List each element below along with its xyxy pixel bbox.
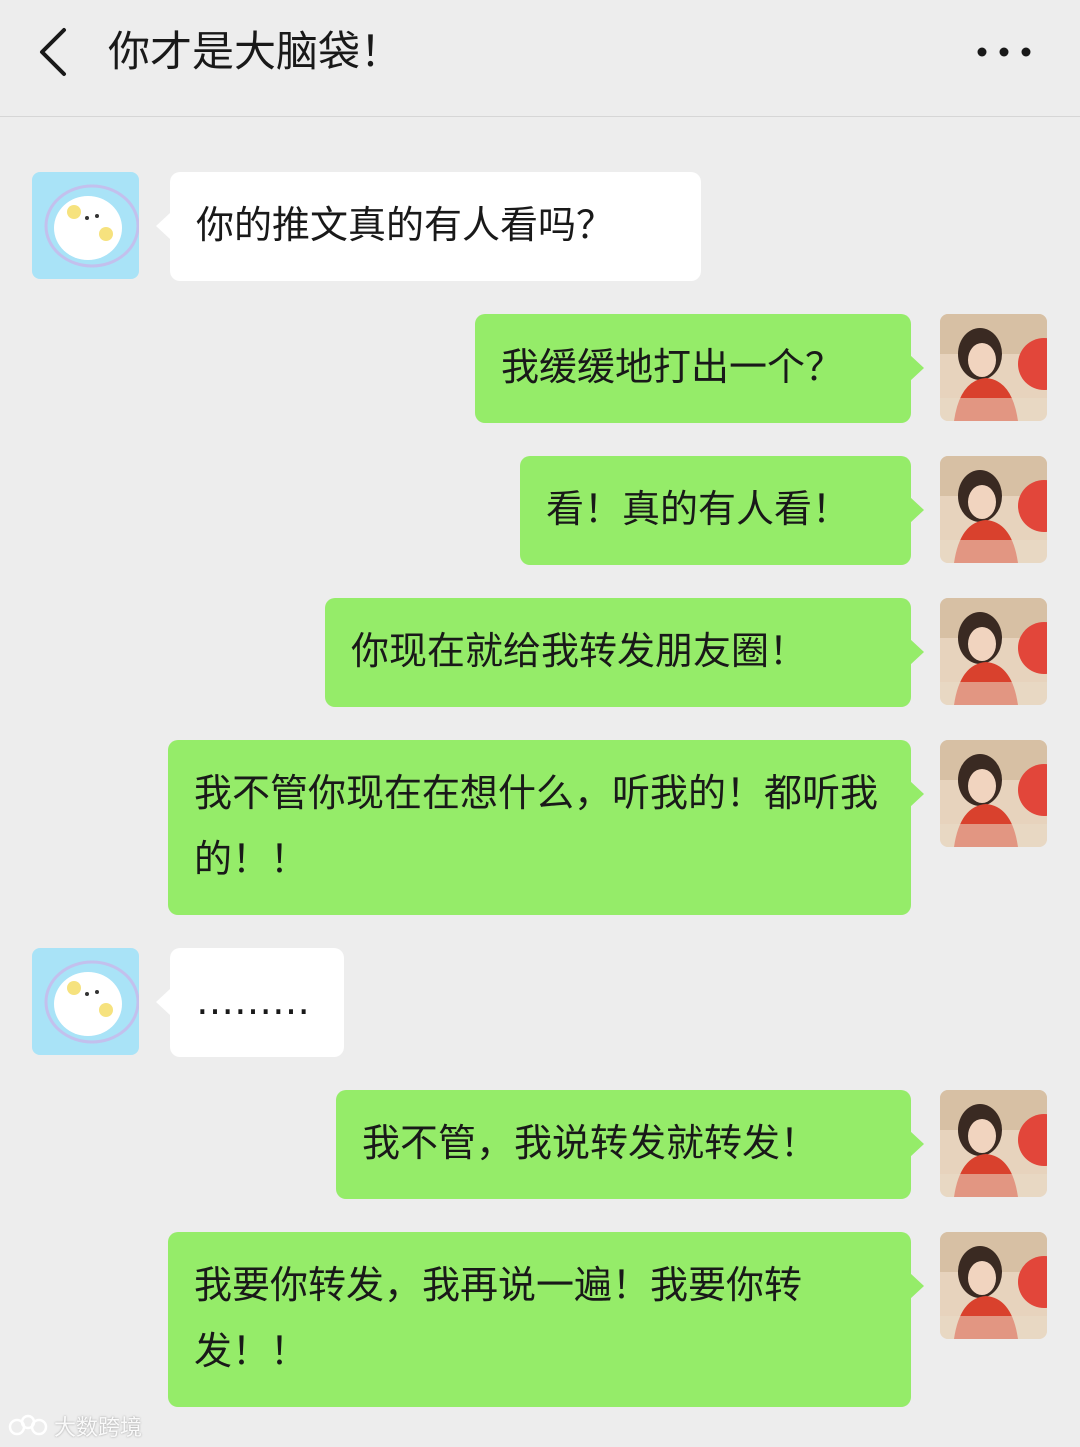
message-bubble-received[interactable]: 你的推文真的有人看吗？: [170, 172, 701, 281]
message-bubble-sent[interactable]: 我不管，我说转发就转发！: [336, 1090, 911, 1199]
contact-avatar[interactable]: [32, 172, 139, 279]
message-text: 我不管，我说转发就转发！: [362, 1121, 819, 1165]
self-avatar[interactable]: [940, 1232, 1047, 1339]
back-button[interactable]: [28, 22, 84, 82]
message-text: 我要你转发，我再说一遍！我要你转发！！: [194, 1263, 803, 1373]
watermark-logo-icon: [8, 1414, 48, 1436]
watermark: 大数跨境: [8, 1408, 142, 1444]
message-bubble-sent[interactable]: 看！真的有人看！: [520, 456, 911, 565]
message-text: ………: [196, 979, 310, 1023]
message-text: 看！真的有人看！: [546, 487, 851, 531]
chat-header: 你才是大脑袋！: [0, 0, 1080, 117]
bubble-tail: [156, 989, 170, 1015]
more-dots-icon: [977, 47, 1031, 57]
bubble-tail: [910, 781, 924, 807]
message-bubble-sent[interactable]: 我缓缓地打出一个？: [475, 314, 911, 423]
message-bubble-received[interactable]: ………: [170, 948, 344, 1057]
message-text: 你现在就给我转发朋友圈！: [351, 629, 808, 673]
chevron-left-icon: [40, 28, 66, 76]
message-bubble-sent[interactable]: 我不管你现在在想什么，听我的！都听我的！！: [168, 740, 911, 915]
message-bubble-sent[interactable]: 我要你转发，我再说一遍！我要你转发！！: [168, 1232, 911, 1407]
bubble-tail: [156, 213, 170, 239]
watermark-text: 大数跨境: [54, 1416, 143, 1441]
self-avatar[interactable]: [940, 456, 1047, 563]
message-bubble-sent[interactable]: 你现在就给我转发朋友圈！: [325, 598, 911, 707]
self-avatar[interactable]: [940, 1090, 1047, 1197]
self-avatar[interactable]: [940, 314, 1047, 421]
bubble-tail: [910, 355, 924, 381]
bubble-tail: [910, 1273, 924, 1299]
self-avatar[interactable]: [940, 598, 1047, 705]
message-text: 你的推文真的有人看吗？: [196, 203, 615, 247]
bubble-tail: [910, 497, 924, 523]
contact-avatar[interactable]: [32, 948, 139, 1055]
self-avatar[interactable]: [940, 740, 1047, 847]
bubble-tail: [910, 639, 924, 665]
more-options-button[interactable]: [972, 30, 1036, 74]
bubble-tail: [910, 1131, 924, 1157]
message-text: 我不管你现在在想什么，听我的！都听我的！！: [194, 771, 879, 881]
message-text: 我缓缓地打出一个？: [501, 345, 844, 389]
chat-title: 你才是大脑袋！: [108, 27, 403, 76]
